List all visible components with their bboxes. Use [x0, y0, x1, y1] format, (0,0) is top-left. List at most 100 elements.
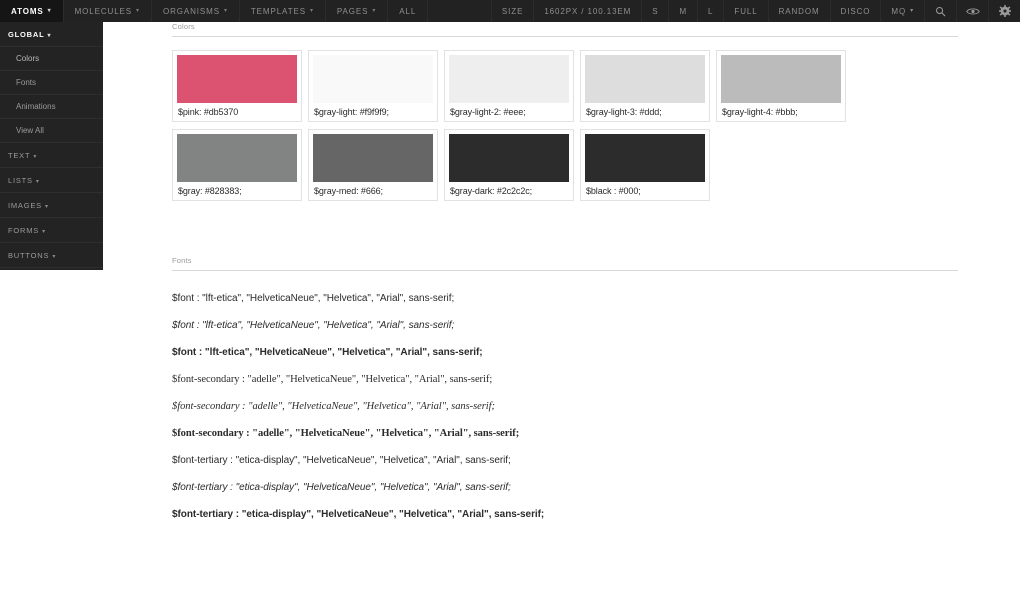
- sidebar-item-label: TEXT: [8, 151, 30, 160]
- color-swatch-chip: [449, 55, 569, 103]
- chevron-down-icon: ▾: [42, 229, 46, 235]
- toolbar-l[interactable]: L: [697, 0, 723, 22]
- colors-section: Colors $pink: #db5370$gray-light: #f9f9f…: [110, 22, 1020, 208]
- chevron-down-icon: ▾: [136, 8, 140, 14]
- color-swatch-chip: [585, 55, 705, 103]
- color-swatch-caption: $gray-light-4: #bbb;: [721, 103, 841, 121]
- toolbar-m[interactable]: M: [668, 0, 697, 22]
- sidebar-item-label: Colors: [16, 54, 39, 63]
- toolbar-spacer: [428, 0, 491, 22]
- tab-organisms[interactable]: ORGANISMS ▾: [152, 0, 240, 22]
- color-swatch-caption: $gray-light-2: #eee;: [449, 103, 569, 121]
- color-swatch-grid: $pink: #db5370 $gray-light: #f9f9f9; $gray…: [110, 37, 854, 208]
- font-specimen-line: $font-tertiary : "etica-display", "Helve…: [172, 509, 1020, 520]
- toolbar-item-label: S: [652, 7, 658, 16]
- sidebar-item-buttons[interactable]: BUTTONS▾: [0, 243, 103, 268]
- sidebar-item-label: LISTS: [8, 176, 33, 185]
- gear-icon[interactable]: [988, 0, 1020, 22]
- chevron-down-icon: ▾: [33, 154, 37, 160]
- font-specimen-line: $font : "lft-etica", "HelveticaNeue", "H…: [172, 347, 1020, 358]
- color-swatch-caption: $pink: #db5370: [177, 103, 297, 121]
- sidebar-group-global[interactable]: GLOBAL▾: [0, 22, 103, 47]
- chevron-down-icon: ▾: [47, 33, 51, 39]
- sidebar-item-forms[interactable]: FORMS▾: [0, 218, 103, 243]
- sidebar-item-label: BUTTONS: [8, 251, 49, 260]
- eye-icon[interactable]: [956, 0, 988, 22]
- sidebar-item-view-all[interactable]: View All: [0, 119, 103, 143]
- top-toolbar: ATOMS▾MOLECULES▾ORGANISMS▾TEMPLATES▾PAGE…: [0, 0, 1020, 22]
- color-swatch-card[interactable]: $gray-light-4: #bbb;: [716, 50, 846, 122]
- toolbar-size: SIZE: [491, 0, 533, 22]
- color-swatch-card[interactable]: $black : #000;: [580, 129, 710, 201]
- toolbar-controls: SIZE 1602PX / 100.13EM S M L FULL RANDOM DISCO M…: [491, 0, 1020, 22]
- font-specimen-line: $font-secondary : "adelle", "HelveticaNe…: [172, 374, 1020, 385]
- tab-pages[interactable]: PAGES ▾: [326, 0, 388, 22]
- toolbar-disco[interactable]: DISCO: [830, 0, 881, 22]
- toolbar-1602px-100-13em: 1602PX / 100.13EM: [533, 0, 641, 22]
- tab-templates[interactable]: TEMPLATES▾: [240, 0, 326, 22]
- font-specimen-line: $font-secondary : "adelle", "HelveticaNe…: [172, 428, 1020, 439]
- color-swatch-caption: $gray-dark: #2c2c2c;: [449, 182, 569, 200]
- chevron-down-icon: ▾: [48, 8, 52, 14]
- chevron-down-icon: ▾: [52, 254, 56, 260]
- toolbar-item-label: M: [679, 7, 687, 16]
- tab-label: MOLECULES: [75, 7, 132, 16]
- tab-label: ORGANISMS: [163, 7, 220, 16]
- font-specimen-line: $font-secondary : "adelle", "HelveticaNe…: [172, 401, 1020, 412]
- sidebar-group-global-label: GLOBAL: [8, 30, 44, 39]
- chevron-down-icon: ▾: [224, 8, 228, 14]
- sidebar-subitems: Colors Fonts Animations View All: [0, 47, 103, 143]
- color-swatch-card[interactable]: $gray-light-3: #ddd;: [580, 50, 710, 122]
- sidebar-item-label: FORMS: [8, 226, 39, 235]
- tab-label: ATOMS: [11, 7, 44, 16]
- toolbar-item-label: SIZE: [502, 7, 523, 16]
- font-specimen-line: $font-tertiary : "etica-display", "Helve…: [172, 455, 1020, 466]
- chevron-down-icon: ▾: [910, 8, 914, 14]
- color-swatch-card[interactable]: $gray: #828383;: [172, 129, 302, 201]
- sidebar-item-colors[interactable]: Colors: [0, 47, 103, 71]
- toolbar-item-label: DISCO: [841, 7, 871, 16]
- font-specimen-list: $font : "lft-etica", "HelveticaNeue", "H…: [110, 271, 1020, 520]
- color-swatch-caption: $black : #000;: [585, 182, 705, 200]
- toolbar-item-label: MQ: [891, 7, 906, 16]
- sidebar: GLOBAL▾ ColorsFontsAnimationsView All TE…: [0, 22, 103, 270]
- toolbar-item-label: 1602PX / 100.13EM: [544, 7, 631, 16]
- color-swatch-card[interactable]: $pink: #db5370: [172, 50, 302, 122]
- color-swatch-caption: $gray: #828383;: [177, 182, 297, 200]
- sidebar-item-text[interactable]: TEXT▾: [0, 143, 103, 168]
- color-swatch-caption: $gray-med: #666;: [313, 182, 433, 200]
- chevron-down-icon: ▾: [372, 8, 376, 14]
- sidebar-item-label: Fonts: [16, 78, 36, 87]
- toolbar-full[interactable]: FULL: [723, 0, 767, 22]
- font-specimen-line: $font : "lft-etica", "HelveticaNeue", "H…: [172, 320, 1020, 331]
- color-swatch-card[interactable]: $gray-light: #f9f9f9;: [308, 50, 438, 122]
- search-icon[interactable]: [924, 0, 956, 22]
- sidebar-item-images[interactable]: IMAGES▾: [0, 193, 103, 218]
- tab-all[interactable]: ALL: [388, 0, 428, 22]
- toolbar-mq[interactable]: MQ ▾: [880, 0, 924, 22]
- color-swatch-caption: $gray-light-3: #ddd;: [585, 103, 705, 121]
- sidebar-item-fonts[interactable]: Fonts: [0, 71, 103, 95]
- toolbar-random[interactable]: RANDOM: [768, 0, 830, 22]
- toolbar-item-label: RANDOM: [779, 7, 820, 16]
- color-swatch-chip: [177, 134, 297, 182]
- color-swatch-chip: [585, 134, 705, 182]
- tab-label: PAGES: [337, 7, 368, 16]
- tab-label: ALL: [399, 7, 416, 16]
- color-swatch-card[interactable]: $gray-med: #666;: [308, 129, 438, 201]
- color-swatch-caption: $gray-light: #f9f9f9;: [313, 103, 433, 121]
- tab-molecules[interactable]: MOLECULES ▾: [64, 0, 152, 22]
- sidebar-items: TEXT▾LISTS▾IMAGES▾FORMS▾BUTTONS▾: [0, 143, 103, 268]
- sidebar-item-label: Animations: [16, 102, 56, 111]
- toolbar-item-label: L: [708, 7, 713, 16]
- sidebar-item-lists[interactable]: LISTS▾: [0, 168, 103, 193]
- color-swatch-card[interactable]: $gray-light-2: #eee;: [444, 50, 574, 122]
- fonts-section: Fonts $font : "lft-etica", "HelveticaNeu…: [110, 256, 1020, 520]
- chevron-down-icon: ▾: [45, 204, 49, 210]
- color-swatch-card[interactable]: $gray-dark: #2c2c2c;: [444, 129, 574, 201]
- toolbar-item-label: FULL: [734, 7, 757, 16]
- sidebar-item-label: View All: [16, 126, 44, 135]
- sidebar-item-animations[interactable]: Animations: [0, 95, 103, 119]
- tab-atoms[interactable]: ATOMS ▾: [0, 0, 64, 22]
- toolbar-s[interactable]: S: [641, 0, 668, 22]
